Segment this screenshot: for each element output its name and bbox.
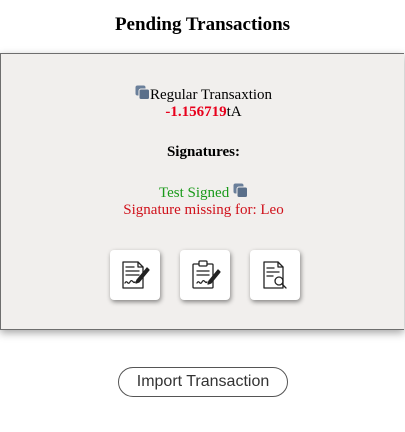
transaction-type-row: Regular Transaxtion [1, 85, 405, 104]
inspect-document-icon [258, 258, 292, 292]
transaction-amount-row: -1.156719tA [1, 103, 405, 121]
copy-icon[interactable] [233, 183, 248, 198]
transaction-type-label: Regular Transaxtion [149, 87, 273, 103]
sign-transaction-button[interactable] [110, 250, 160, 300]
signature-missing-text: Signature missing for: Leo [123, 202, 284, 218]
signature-signed-text: Test Signed [159, 185, 230, 201]
signature-signed-row: Test Signed [1, 183, 405, 202]
copy-icon[interactable] [135, 85, 150, 100]
pending-transactions-page: Pending Transactions Regular Transaxtion… [0, 0, 405, 432]
import-transaction-button[interactable]: Import Transaction [118, 367, 288, 397]
transaction-amount: -1.156719 [165, 104, 227, 120]
inspect-transaction-button[interactable] [250, 250, 300, 300]
page-title: Pending Transactions [114, 14, 291, 35]
sign-document-icon [118, 258, 152, 292]
signatures-heading: Signatures: [166, 144, 241, 160]
transaction-card: Regular Transaxtion -1.156719tA Signatur… [0, 53, 404, 330]
paste-signature-button[interactable] [180, 250, 230, 300]
transaction-unit: tA [226, 104, 242, 120]
clipboard-sign-icon [188, 258, 222, 292]
